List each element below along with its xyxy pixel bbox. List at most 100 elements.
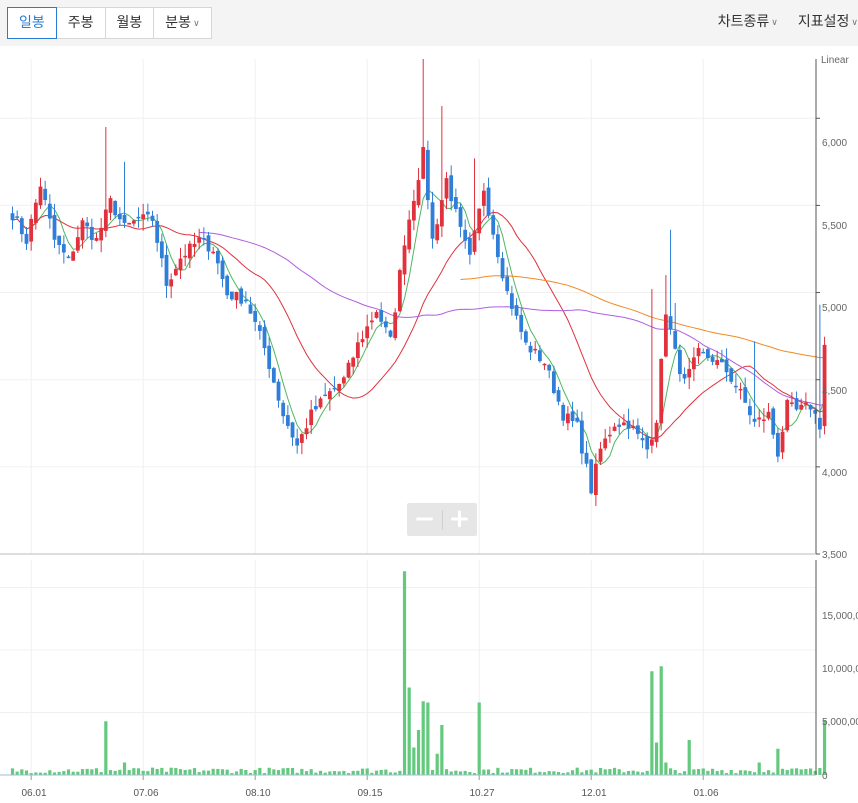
volume-bar: [239, 768, 243, 775]
volume-bar: [519, 769, 523, 775]
candle-body: [43, 188, 48, 201]
volume-bar: [276, 770, 281, 775]
candle-body: [332, 387, 337, 390]
candle-body: [80, 220, 85, 241]
candle-body: [481, 190, 486, 206]
candle-body: [267, 345, 272, 369]
candle-body: [617, 424, 622, 427]
volume-bar: [496, 767, 500, 775]
candle-body: [500, 258, 505, 279]
volume-bar: [584, 770, 589, 775]
candle-body: [411, 200, 416, 221]
volume-bar: [430, 769, 435, 775]
candle-body: [234, 291, 239, 301]
candle-body: [677, 349, 682, 375]
volume-bar: [281, 768, 285, 775]
date-tick-label: 09.15: [357, 788, 382, 799]
volume-bar: [454, 770, 458, 775]
candle-body: [584, 452, 589, 464]
candle-body: [645, 436, 650, 450]
volume-bar: [626, 770, 631, 775]
candle-body: [187, 243, 192, 259]
candle-body: [276, 381, 281, 401]
volume-bar: [342, 770, 346, 775]
candle-body: [738, 388, 743, 391]
volume-bar: [426, 702, 430, 775]
candle-body: [351, 357, 356, 367]
candle-body: [94, 238, 99, 241]
chart-axes: [0, 59, 820, 780]
volume-bar: [141, 770, 145, 775]
candle-body: [346, 362, 351, 378]
volume-bar: [720, 770, 724, 775]
candle-body: [799, 404, 804, 410]
candle-body: [696, 348, 701, 357]
price-tick-label: 4,500: [822, 386, 847, 397]
volume-bar: [729, 769, 733, 775]
volume-bar: [183, 769, 187, 775]
volume-bar: [673, 770, 677, 775]
candle-body: [710, 356, 715, 362]
volume-bar: [482, 769, 486, 775]
volume-bar: [225, 769, 229, 775]
volume-bar: [818, 768, 822, 775]
chart-grid: [0, 59, 816, 775]
volume-bar: [412, 747, 416, 775]
zoom-out-button[interactable]: −: [408, 503, 442, 536]
volume-bar: [402, 571, 407, 775]
candle-body: [103, 209, 108, 231]
volume-bar: [15, 771, 19, 775]
candle-body: [285, 415, 290, 426]
volume-bar: [794, 768, 799, 775]
volume-bar: [188, 769, 192, 775]
candle-body: [211, 251, 216, 254]
candle-body: [761, 419, 766, 421]
candle-body: [537, 350, 542, 362]
volume-bar: [384, 769, 388, 775]
zoom-in-button[interactable]: +: [443, 503, 477, 536]
candle-body: [467, 237, 472, 255]
volume-bar: [528, 767, 533, 775]
candle-body: [66, 256, 71, 259]
volume-bar: [318, 770, 323, 775]
candle-body: [505, 276, 510, 292]
candle-body: [369, 320, 374, 323]
candle-body: [150, 215, 155, 221]
candle-body: [374, 312, 379, 318]
candle-body: [304, 428, 309, 435]
volume-bar: [174, 767, 178, 775]
stock-chart[interactable]: Linear 6,000 5,500 5,000 4,500 4,000 3,5…: [0, 0, 858, 803]
candle-body: [598, 448, 603, 462]
volume-bar: [337, 771, 341, 775]
candle-body: [463, 229, 468, 241]
volume-bar: [738, 770, 743, 775]
candle-body: [803, 402, 808, 405]
candle-body: [85, 222, 90, 227]
candle-body: [551, 371, 556, 394]
volume-tick-label: 15,000,000: [822, 611, 858, 622]
volume-bar: [668, 768, 673, 775]
candle-body: [719, 358, 724, 363]
candle-body: [271, 368, 276, 383]
volume-bar: [90, 769, 94, 775]
candle-body: [229, 291, 234, 300]
moving-average-line: [460, 275, 825, 359]
candle-body: [561, 404, 566, 421]
candle-body: [355, 342, 360, 359]
candle-body: [631, 426, 636, 429]
candle-body: [579, 420, 584, 454]
candle-body: [89, 226, 94, 240]
candle-body: [817, 417, 822, 430]
candle-body: [159, 241, 164, 259]
volume-bar: [514, 769, 519, 775]
candle-body: [780, 431, 785, 453]
candle-body: [682, 373, 687, 379]
volume-bar: [570, 770, 575, 775]
candle-body: [789, 402, 794, 404]
volume-bar: [636, 771, 640, 775]
candle-body: [299, 434, 304, 443]
volume-bar: [449, 771, 453, 775]
volume-bar: [435, 753, 439, 775]
date-axis-labels: 06.01 07.06 08.10 09.15 10.27 12.01 01.0…: [21, 788, 718, 799]
candle-body: [71, 251, 76, 261]
